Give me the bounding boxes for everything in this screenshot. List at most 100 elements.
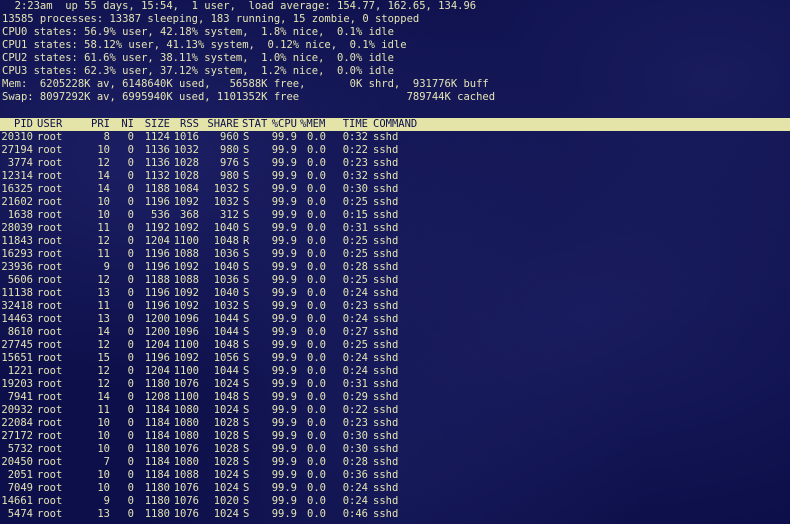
process-pid: 28039 [1, 222, 33, 234]
process-rss: 1096 [173, 326, 199, 338]
process-pid: 27172 [1, 430, 33, 442]
process-cpu: 99.9 [271, 365, 297, 377]
process-time: 0:28 [342, 456, 368, 468]
process-mem: 0.0 [307, 378, 326, 390]
process-mem: 0.0 [307, 131, 326, 143]
process-cpu: 99.9 [271, 404, 297, 416]
process-user: root [37, 300, 63, 312]
process-share: 1032 [213, 196, 239, 208]
process-share: 980 [220, 170, 239, 182]
process-ni: 0 [127, 430, 134, 442]
process-user: root [37, 222, 63, 234]
process-ni: 0 [127, 313, 134, 325]
process-time: 0:36 [342, 469, 368, 481]
process-pid: 27745 [1, 339, 33, 351]
process-time: 0:24 [342, 287, 368, 299]
process-stat: S [243, 131, 250, 143]
process-cpu: 99.9 [271, 157, 297, 169]
process-mem: 0.0 [307, 222, 326, 234]
process-cpu: 99.9 [271, 222, 297, 234]
process-pri: 10 [97, 430, 110, 442]
process-ni: 0 [127, 417, 134, 429]
process-time: 0:15 [342, 209, 368, 221]
process-pri: 12 [97, 274, 110, 286]
process-rss: 1092 [173, 287, 199, 299]
terminal-window[interactable]: 2:23am up 55 days, 15:54, 1 user, load a… [0, 0, 790, 524]
process-row: 20450 root 7 0 1184 1080 1028 S 99.9 0.0 0:28 sshd [0, 456, 790, 469]
process-mem: 0.0 [307, 170, 326, 182]
process-cpu: 99.9 [271, 482, 297, 494]
process-row: 5732 root 10 0 1180 1076 1028 S 99.9 0.0 0:30 sshd [0, 443, 790, 456]
process-pri: 10 [97, 196, 110, 208]
process-cpu: 99.9 [271, 209, 297, 221]
process-stat: S [243, 404, 250, 416]
column-header-user: USER [37, 118, 63, 130]
process-pri: 9 [103, 495, 110, 507]
process-pri: 15 [97, 352, 110, 364]
process-stat: S [243, 391, 250, 403]
swap-line: Swap: 8097292K av, 6995940K used, 110135… [2, 91, 496, 103]
process-share: 1032 [213, 183, 239, 195]
process-row: 2051 root 10 0 1184 1088 1024 S 99.9 0.0 0:36 sshd [0, 469, 790, 482]
process-time: 0:28 [342, 261, 368, 273]
process-size: 1124 [144, 131, 170, 143]
process-command: sshd [373, 222, 399, 234]
process-share: 960 [220, 131, 239, 143]
process-time: 0:25 [342, 196, 368, 208]
process-share: 312 [220, 209, 239, 221]
process-row: 32418 root 11 0 1196 1092 1032 S 99.9 0.0 0:23 sshd [0, 300, 790, 313]
process-user: root [37, 274, 63, 286]
process-share: 1020 [213, 495, 239, 507]
process-user: root [37, 378, 63, 390]
process-row: 7941 root 14 0 1208 1100 1048 S 99.9 0.0 0:29 sshd [0, 391, 790, 404]
process-size: 1196 [144, 261, 170, 273]
process-mem: 0.0 [307, 495, 326, 507]
process-cpu: 99.9 [271, 170, 297, 182]
process-pid: 16325 [1, 183, 33, 195]
process-time: 0:29 [342, 391, 368, 403]
process-user: root [37, 365, 63, 377]
process-stat: S [243, 365, 250, 377]
memory-line: Mem: 6205228K av, 6148640K used, 56588K … [2, 78, 489, 90]
process-share: 1036 [213, 248, 239, 260]
process-ni: 0 [127, 339, 134, 351]
column-header-size: SIZE [144, 118, 170, 130]
process-pri: 13 [97, 313, 110, 325]
process-share: 1040 [213, 222, 239, 234]
process-mem: 0.0 [307, 339, 326, 351]
process-size: 1204 [144, 339, 170, 351]
process-user: root [37, 131, 63, 143]
process-cpu: 99.9 [271, 469, 297, 481]
process-row: 11138 root 13 0 1196 1092 1040 S 99.9 0.0 0:24 sshd [0, 287, 790, 300]
process-size: 1196 [144, 196, 170, 208]
process-rss: 1080 [173, 404, 199, 416]
process-rss: 368 [180, 209, 199, 221]
process-ni: 0 [127, 287, 134, 299]
process-cpu: 99.9 [271, 248, 297, 260]
process-size: 1196 [144, 287, 170, 299]
process-mem: 0.0 [307, 391, 326, 403]
process-pid: 12314 [1, 170, 33, 182]
process-mem: 0.0 [307, 326, 326, 338]
process-pri: 10 [97, 482, 110, 494]
process-row: 14661 root 9 0 1180 1076 1020 S 99.9 0.0 0:24 sshd [0, 495, 790, 508]
process-rss: 1076 [173, 495, 199, 507]
process-cpu: 99.9 [271, 261, 297, 273]
process-user: root [37, 339, 63, 351]
process-pid: 20932 [1, 404, 33, 416]
process-mem: 0.0 [307, 235, 326, 247]
process-ni: 0 [127, 144, 134, 156]
column-header-time: TIME [342, 118, 368, 130]
process-mem: 0.0 [307, 183, 326, 195]
column-header-stat: STAT [242, 118, 268, 130]
cpu0-line: CPU0 states: 56.9% user, 42.18% system, … [2, 26, 394, 38]
process-ni: 0 [127, 469, 134, 481]
process-share: 1044 [213, 326, 239, 338]
process-share: 1048 [213, 235, 239, 247]
process-cpu: 99.9 [271, 339, 297, 351]
process-rss: 1080 [173, 430, 199, 442]
process-user: root [37, 508, 63, 520]
process-time: 0:24 [342, 495, 368, 507]
process-command: sshd [373, 170, 399, 182]
process-ni: 0 [127, 222, 134, 234]
